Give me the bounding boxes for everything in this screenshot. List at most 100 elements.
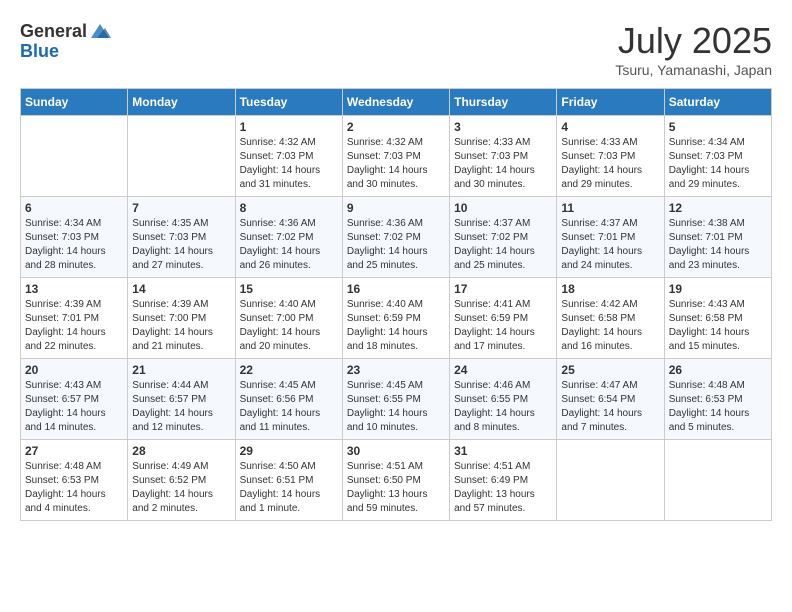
table-row: 29 Sunrise: 4:50 AMSunset: 6:51 PMDaylig… [235, 440, 342, 521]
day-number: 3 [454, 120, 552, 134]
day-number: 20 [25, 363, 123, 377]
table-row: 27 Sunrise: 4:48 AMSunset: 6:53 PMDaylig… [21, 440, 128, 521]
day-number: 12 [669, 201, 767, 215]
day-number: 28 [132, 444, 230, 458]
table-row: 18 Sunrise: 4:42 AMSunset: 6:58 PMDaylig… [557, 278, 664, 359]
title-area: July 2025 Tsuru, Yamanashi, Japan [615, 20, 772, 78]
day-number: 22 [240, 363, 338, 377]
table-row: 4 Sunrise: 4:33 AMSunset: 7:03 PMDayligh… [557, 116, 664, 197]
table-row: 15 Sunrise: 4:40 AMSunset: 7:00 PMDaylig… [235, 278, 342, 359]
table-row: 28 Sunrise: 4:49 AMSunset: 6:52 PMDaylig… [128, 440, 235, 521]
day-info: Sunrise: 4:32 AMSunset: 7:03 PMDaylight:… [240, 136, 338, 192]
table-row: 1 Sunrise: 4:32 AMSunset: 7:03 PMDayligh… [235, 116, 342, 197]
day-number: 19 [669, 282, 767, 296]
day-info: Sunrise: 4:48 AMSunset: 6:53 PMDaylight:… [25, 460, 123, 516]
table-row: 30 Sunrise: 4:51 AMSunset: 6:50 PMDaylig… [342, 440, 449, 521]
day-info: Sunrise: 4:34 AMSunset: 7:03 PMDaylight:… [669, 136, 767, 192]
day-info: Sunrise: 4:51 AMSunset: 6:49 PMDaylight:… [454, 460, 552, 516]
header-sunday: Sunday [21, 89, 128, 116]
logo: General Blue [20, 20, 111, 62]
table-row: 17 Sunrise: 4:41 AMSunset: 6:59 PMDaylig… [450, 278, 557, 359]
day-number: 1 [240, 120, 338, 134]
day-number: 27 [25, 444, 123, 458]
day-info: Sunrise: 4:37 AMSunset: 7:01 PMDaylight:… [561, 217, 659, 273]
day-info: Sunrise: 4:34 AMSunset: 7:03 PMDaylight:… [25, 217, 123, 273]
day-info: Sunrise: 4:36 AMSunset: 7:02 PMDaylight:… [240, 217, 338, 273]
calendar-week-row: 6 Sunrise: 4:34 AMSunset: 7:03 PMDayligh… [21, 197, 772, 278]
day-info: Sunrise: 4:39 AMSunset: 7:00 PMDaylight:… [132, 298, 230, 354]
day-info: Sunrise: 4:38 AMSunset: 7:01 PMDaylight:… [669, 217, 767, 273]
table-row: 11 Sunrise: 4:37 AMSunset: 7:01 PMDaylig… [557, 197, 664, 278]
day-number: 17 [454, 282, 552, 296]
table-row [21, 116, 128, 197]
day-info: Sunrise: 4:33 AMSunset: 7:03 PMDaylight:… [454, 136, 552, 192]
subtitle: Tsuru, Yamanashi, Japan [615, 62, 772, 78]
table-row: 21 Sunrise: 4:44 AMSunset: 6:57 PMDaylig… [128, 359, 235, 440]
calendar-week-row: 27 Sunrise: 4:48 AMSunset: 6:53 PMDaylig… [21, 440, 772, 521]
day-info: Sunrise: 4:47 AMSunset: 6:54 PMDaylight:… [561, 379, 659, 435]
month-title: July 2025 [615, 20, 772, 62]
day-info: Sunrise: 4:41 AMSunset: 6:59 PMDaylight:… [454, 298, 552, 354]
day-info: Sunrise: 4:45 AMSunset: 6:56 PMDaylight:… [240, 379, 338, 435]
logo-icon [89, 20, 111, 42]
day-info: Sunrise: 4:49 AMSunset: 6:52 PMDaylight:… [132, 460, 230, 516]
day-info: Sunrise: 4:35 AMSunset: 7:03 PMDaylight:… [132, 217, 230, 273]
day-number: 18 [561, 282, 659, 296]
table-row: 5 Sunrise: 4:34 AMSunset: 7:03 PMDayligh… [664, 116, 771, 197]
header-tuesday: Tuesday [235, 89, 342, 116]
day-info: Sunrise: 4:33 AMSunset: 7:03 PMDaylight:… [561, 136, 659, 192]
table-row [128, 116, 235, 197]
day-number: 23 [347, 363, 445, 377]
table-row: 31 Sunrise: 4:51 AMSunset: 6:49 PMDaylig… [450, 440, 557, 521]
header-thursday: Thursday [450, 89, 557, 116]
day-number: 7 [132, 201, 230, 215]
day-number: 10 [454, 201, 552, 215]
table-row: 19 Sunrise: 4:43 AMSunset: 6:58 PMDaylig… [664, 278, 771, 359]
day-number: 11 [561, 201, 659, 215]
day-number: 25 [561, 363, 659, 377]
table-row: 23 Sunrise: 4:45 AMSunset: 6:55 PMDaylig… [342, 359, 449, 440]
day-info: Sunrise: 4:42 AMSunset: 6:58 PMDaylight:… [561, 298, 659, 354]
day-number: 4 [561, 120, 659, 134]
table-row [664, 440, 771, 521]
day-number: 30 [347, 444, 445, 458]
day-info: Sunrise: 4:50 AMSunset: 6:51 PMDaylight:… [240, 460, 338, 516]
day-number: 2 [347, 120, 445, 134]
table-row: 7 Sunrise: 4:35 AMSunset: 7:03 PMDayligh… [128, 197, 235, 278]
calendar-week-row: 13 Sunrise: 4:39 AMSunset: 7:01 PMDaylig… [21, 278, 772, 359]
table-row: 12 Sunrise: 4:38 AMSunset: 7:01 PMDaylig… [664, 197, 771, 278]
table-row: 26 Sunrise: 4:48 AMSunset: 6:53 PMDaylig… [664, 359, 771, 440]
header-saturday: Saturday [664, 89, 771, 116]
day-number: 13 [25, 282, 123, 296]
table-row: 13 Sunrise: 4:39 AMSunset: 7:01 PMDaylig… [21, 278, 128, 359]
header-wednesday: Wednesday [342, 89, 449, 116]
day-info: Sunrise: 4:36 AMSunset: 7:02 PMDaylight:… [347, 217, 445, 273]
day-number: 5 [669, 120, 767, 134]
day-number: 9 [347, 201, 445, 215]
logo-blue: Blue [20, 41, 59, 61]
day-info: Sunrise: 4:32 AMSunset: 7:03 PMDaylight:… [347, 136, 445, 192]
header: General Blue July 2025 Tsuru, Yamanashi,… [20, 20, 772, 78]
logo-general: General [20, 22, 87, 40]
weekday-header-row: Sunday Monday Tuesday Wednesday Thursday… [21, 89, 772, 116]
table-row: 6 Sunrise: 4:34 AMSunset: 7:03 PMDayligh… [21, 197, 128, 278]
day-number: 29 [240, 444, 338, 458]
table-row: 2 Sunrise: 4:32 AMSunset: 7:03 PMDayligh… [342, 116, 449, 197]
table-row: 24 Sunrise: 4:46 AMSunset: 6:55 PMDaylig… [450, 359, 557, 440]
day-number: 6 [25, 201, 123, 215]
day-info: Sunrise: 4:44 AMSunset: 6:57 PMDaylight:… [132, 379, 230, 435]
calendar-week-row: 20 Sunrise: 4:43 AMSunset: 6:57 PMDaylig… [21, 359, 772, 440]
table-row: 20 Sunrise: 4:43 AMSunset: 6:57 PMDaylig… [21, 359, 128, 440]
header-friday: Friday [557, 89, 664, 116]
table-row: 14 Sunrise: 4:39 AMSunset: 7:00 PMDaylig… [128, 278, 235, 359]
day-info: Sunrise: 4:51 AMSunset: 6:50 PMDaylight:… [347, 460, 445, 516]
header-monday: Monday [128, 89, 235, 116]
day-info: Sunrise: 4:39 AMSunset: 7:01 PMDaylight:… [25, 298, 123, 354]
table-row: 22 Sunrise: 4:45 AMSunset: 6:56 PMDaylig… [235, 359, 342, 440]
day-number: 26 [669, 363, 767, 377]
day-number: 14 [132, 282, 230, 296]
day-info: Sunrise: 4:40 AMSunset: 6:59 PMDaylight:… [347, 298, 445, 354]
table-row: 25 Sunrise: 4:47 AMSunset: 6:54 PMDaylig… [557, 359, 664, 440]
day-number: 16 [347, 282, 445, 296]
calendar-week-row: 1 Sunrise: 4:32 AMSunset: 7:03 PMDayligh… [21, 116, 772, 197]
